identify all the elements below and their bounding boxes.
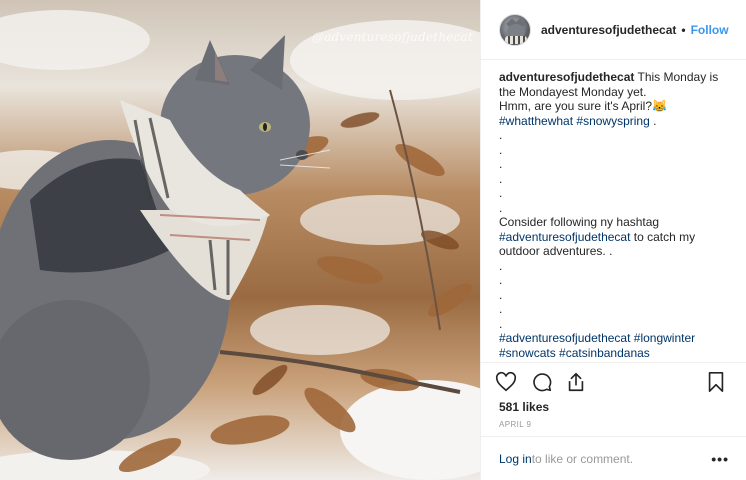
caption-text: . bbox=[649, 113, 657, 128]
caption-dots: . . . . . . bbox=[499, 128, 503, 215]
hashtag-link[interactable]: #longwinter bbox=[634, 331, 695, 345]
hashtag-link[interactable]: #adventuresofjudethecat bbox=[499, 230, 630, 244]
cat-photo-illustration bbox=[0, 10, 480, 480]
hashtag-link[interactable]: #snowcats bbox=[499, 346, 556, 360]
photo-watermark: @adventuresofjudethecat bbox=[312, 30, 473, 44]
bookmark-icon[interactable] bbox=[705, 371, 727, 393]
post-date[interactable]: APRIL 9 bbox=[499, 420, 531, 429]
heart-icon[interactable] bbox=[495, 371, 517, 393]
action-bar bbox=[481, 362, 746, 400]
caption-hashtag-line: #adventuresofjudethecat #longwinter #sno… bbox=[499, 331, 729, 360]
hashtag-link[interactable]: #snowyspring bbox=[576, 114, 649, 128]
hashtag-link[interactable]: #adventuresofjudethecat bbox=[499, 331, 630, 345]
header-separator: • bbox=[681, 22, 686, 37]
post-photo[interactable]: @adventuresofjudethecat bbox=[0, 0, 480, 480]
likes-count[interactable]: 581 likes bbox=[499, 400, 549, 414]
caption-dots: . . . . . bbox=[499, 258, 503, 331]
post-side-panel: adventuresofjudethecat • Follow adventur… bbox=[480, 0, 746, 480]
hashtag-link[interactable]: #whatthewhat bbox=[499, 114, 573, 128]
login-link[interactable]: Log in bbox=[499, 452, 532, 466]
caption-text: Hmm, are you sure it's April?😹 bbox=[499, 99, 667, 113]
comment-icon[interactable] bbox=[531, 371, 553, 393]
caption-hashtag-line: #whatthewhat #snowyspring . bbox=[499, 114, 729, 129]
caption-username[interactable]: adventuresofjudethecat bbox=[499, 70, 634, 84]
comment-prompt: to like or comment. bbox=[531, 451, 634, 466]
caption-paragraph: adventuresofjudethecat This Monday is th… bbox=[499, 70, 729, 99]
hashtag-link[interactable]: #catsinbandanas bbox=[559, 346, 650, 360]
share-icon[interactable] bbox=[565, 371, 587, 393]
comment-bar: Log in to like or comment. ••• bbox=[481, 436, 746, 480]
avatar[interactable] bbox=[499, 13, 531, 46]
caption-text: Consider following ny hashtag bbox=[499, 215, 663, 229]
avatar-scarf bbox=[505, 35, 527, 44]
more-options-button[interactable]: ••• bbox=[711, 451, 729, 467]
instagram-post: @adventuresofjudethecat adventuresofjude… bbox=[0, 0, 746, 480]
header-username[interactable]: adventuresofjudethecat bbox=[541, 23, 676, 37]
post-caption: adventuresofjudethecat This Monday is th… bbox=[499, 70, 729, 360]
follow-button[interactable]: Follow bbox=[691, 23, 729, 37]
caption-paragraph: Consider following ny hashtag #adventure… bbox=[499, 215, 729, 259]
post-header: adventuresofjudethecat • Follow bbox=[481, 0, 746, 60]
